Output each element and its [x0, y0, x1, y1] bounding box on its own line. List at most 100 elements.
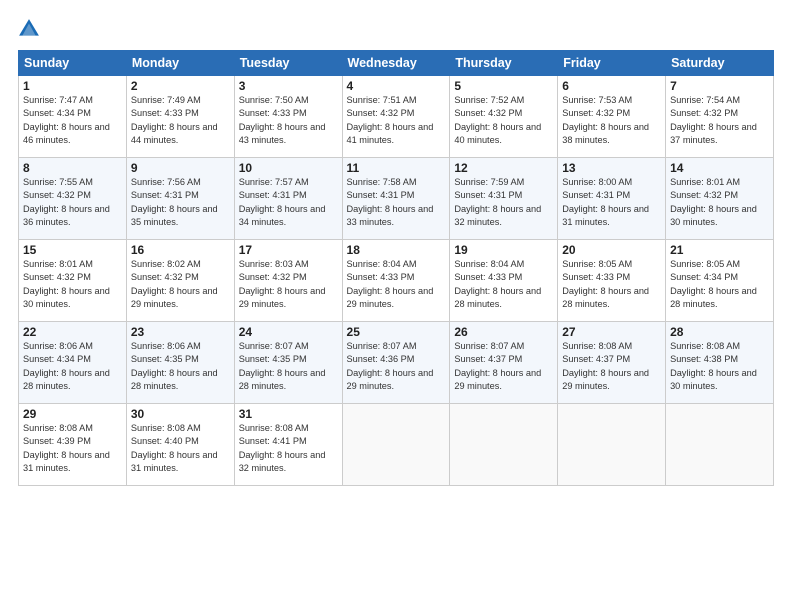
day-header-tuesday: Tuesday	[234, 51, 342, 76]
week-row-3: 15Sunrise: 8:01 AMSunset: 4:32 PMDayligh…	[19, 240, 774, 322]
day-header-friday: Friday	[558, 51, 666, 76]
calendar-cell: 9Sunrise: 7:56 AMSunset: 4:31 PMDaylight…	[126, 158, 234, 240]
day-detail: Sunrise: 8:05 AMSunset: 4:33 PMDaylight:…	[562, 258, 661, 311]
day-detail: Sunrise: 7:58 AMSunset: 4:31 PMDaylight:…	[347, 176, 446, 229]
day-detail: Sunrise: 8:04 AMSunset: 4:33 PMDaylight:…	[454, 258, 553, 311]
day-detail: Sunrise: 8:08 AMSunset: 4:41 PMDaylight:…	[239, 422, 338, 475]
day-detail: Sunrise: 8:08 AMSunset: 4:37 PMDaylight:…	[562, 340, 661, 393]
day-detail: Sunrise: 8:03 AMSunset: 4:32 PMDaylight:…	[239, 258, 338, 311]
day-detail: Sunrise: 8:04 AMSunset: 4:33 PMDaylight:…	[347, 258, 446, 311]
day-detail: Sunrise: 7:56 AMSunset: 4:31 PMDaylight:…	[131, 176, 230, 229]
day-number: 9	[131, 161, 230, 175]
calendar-cell: 6Sunrise: 7:53 AMSunset: 4:32 PMDaylight…	[558, 76, 666, 158]
calendar-cell: 14Sunrise: 8:01 AMSunset: 4:32 PMDayligh…	[666, 158, 774, 240]
day-detail: Sunrise: 7:59 AMSunset: 4:31 PMDaylight:…	[454, 176, 553, 229]
week-row-1: 1Sunrise: 7:47 AMSunset: 4:34 PMDaylight…	[19, 76, 774, 158]
calendar-cell: 28Sunrise: 8:08 AMSunset: 4:38 PMDayligh…	[666, 322, 774, 404]
calendar-cell: 16Sunrise: 8:02 AMSunset: 4:32 PMDayligh…	[126, 240, 234, 322]
day-detail: Sunrise: 7:57 AMSunset: 4:31 PMDaylight:…	[239, 176, 338, 229]
day-number: 2	[131, 79, 230, 93]
calendar-cell: 21Sunrise: 8:05 AMSunset: 4:34 PMDayligh…	[666, 240, 774, 322]
day-detail: Sunrise: 7:52 AMSunset: 4:32 PMDaylight:…	[454, 94, 553, 147]
day-detail: Sunrise: 8:08 AMSunset: 4:38 PMDaylight:…	[670, 340, 769, 393]
day-number: 18	[347, 243, 446, 257]
calendar-cell: 8Sunrise: 7:55 AMSunset: 4:32 PMDaylight…	[19, 158, 127, 240]
calendar-cell: 5Sunrise: 7:52 AMSunset: 4:32 PMDaylight…	[450, 76, 558, 158]
calendar-cell	[558, 404, 666, 486]
day-number: 21	[670, 243, 769, 257]
day-number: 15	[23, 243, 122, 257]
calendar-cell	[450, 404, 558, 486]
day-number: 8	[23, 161, 122, 175]
calendar-header-row: SundayMondayTuesdayWednesdayThursdayFrid…	[19, 51, 774, 76]
day-number: 14	[670, 161, 769, 175]
day-header-wednesday: Wednesday	[342, 51, 450, 76]
day-number: 22	[23, 325, 122, 339]
calendar-cell: 24Sunrise: 8:07 AMSunset: 4:35 PMDayligh…	[234, 322, 342, 404]
calendar-cell: 23Sunrise: 8:06 AMSunset: 4:35 PMDayligh…	[126, 322, 234, 404]
calendar-cell: 3Sunrise: 7:50 AMSunset: 4:33 PMDaylight…	[234, 76, 342, 158]
day-number: 28	[670, 325, 769, 339]
calendar-cell: 7Sunrise: 7:54 AMSunset: 4:32 PMDaylight…	[666, 76, 774, 158]
day-number: 19	[454, 243, 553, 257]
calendar-cell	[666, 404, 774, 486]
general-blue-icon	[18, 18, 40, 40]
day-detail: Sunrise: 8:02 AMSunset: 4:32 PMDaylight:…	[131, 258, 230, 311]
day-number: 10	[239, 161, 338, 175]
calendar-cell: 26Sunrise: 8:07 AMSunset: 4:37 PMDayligh…	[450, 322, 558, 404]
day-detail: Sunrise: 8:01 AMSunset: 4:32 PMDaylight:…	[670, 176, 769, 229]
calendar-cell: 22Sunrise: 8:06 AMSunset: 4:34 PMDayligh…	[19, 322, 127, 404]
day-detail: Sunrise: 8:01 AMSunset: 4:32 PMDaylight:…	[23, 258, 122, 311]
day-detail: Sunrise: 7:50 AMSunset: 4:33 PMDaylight:…	[239, 94, 338, 147]
calendar-cell: 31Sunrise: 8:08 AMSunset: 4:41 PMDayligh…	[234, 404, 342, 486]
day-number: 11	[347, 161, 446, 175]
day-number: 5	[454, 79, 553, 93]
calendar-cell: 20Sunrise: 8:05 AMSunset: 4:33 PMDayligh…	[558, 240, 666, 322]
day-number: 29	[23, 407, 122, 421]
day-detail: Sunrise: 8:08 AMSunset: 4:39 PMDaylight:…	[23, 422, 122, 475]
day-detail: Sunrise: 8:07 AMSunset: 4:35 PMDaylight:…	[239, 340, 338, 393]
day-detail: Sunrise: 7:53 AMSunset: 4:32 PMDaylight:…	[562, 94, 661, 147]
calendar-cell: 25Sunrise: 8:07 AMSunset: 4:36 PMDayligh…	[342, 322, 450, 404]
day-number: 26	[454, 325, 553, 339]
week-row-4: 22Sunrise: 8:06 AMSunset: 4:34 PMDayligh…	[19, 322, 774, 404]
logo	[18, 18, 44, 40]
day-detail: Sunrise: 8:07 AMSunset: 4:36 PMDaylight:…	[347, 340, 446, 393]
day-header-saturday: Saturday	[666, 51, 774, 76]
calendar-cell: 12Sunrise: 7:59 AMSunset: 4:31 PMDayligh…	[450, 158, 558, 240]
day-number: 3	[239, 79, 338, 93]
calendar-cell	[342, 404, 450, 486]
day-detail: Sunrise: 8:05 AMSunset: 4:34 PMDaylight:…	[670, 258, 769, 311]
page-header	[18, 18, 774, 40]
day-header-monday: Monday	[126, 51, 234, 76]
week-row-2: 8Sunrise: 7:55 AMSunset: 4:32 PMDaylight…	[19, 158, 774, 240]
calendar-cell: 30Sunrise: 8:08 AMSunset: 4:40 PMDayligh…	[126, 404, 234, 486]
day-header-thursday: Thursday	[450, 51, 558, 76]
day-number: 16	[131, 243, 230, 257]
day-header-sunday: Sunday	[19, 51, 127, 76]
day-detail: Sunrise: 7:54 AMSunset: 4:32 PMDaylight:…	[670, 94, 769, 147]
day-number: 20	[562, 243, 661, 257]
calendar-cell: 29Sunrise: 8:08 AMSunset: 4:39 PMDayligh…	[19, 404, 127, 486]
calendar-cell: 4Sunrise: 7:51 AMSunset: 4:32 PMDaylight…	[342, 76, 450, 158]
day-detail: Sunrise: 8:00 AMSunset: 4:31 PMDaylight:…	[562, 176, 661, 229]
calendar-cell: 27Sunrise: 8:08 AMSunset: 4:37 PMDayligh…	[558, 322, 666, 404]
day-detail: Sunrise: 7:51 AMSunset: 4:32 PMDaylight:…	[347, 94, 446, 147]
calendar-cell: 13Sunrise: 8:00 AMSunset: 4:31 PMDayligh…	[558, 158, 666, 240]
week-row-5: 29Sunrise: 8:08 AMSunset: 4:39 PMDayligh…	[19, 404, 774, 486]
day-number: 4	[347, 79, 446, 93]
calendar-cell: 2Sunrise: 7:49 AMSunset: 4:33 PMDaylight…	[126, 76, 234, 158]
calendar-table: SundayMondayTuesdayWednesdayThursdayFrid…	[18, 50, 774, 486]
day-detail: Sunrise: 7:49 AMSunset: 4:33 PMDaylight:…	[131, 94, 230, 147]
day-number: 1	[23, 79, 122, 93]
day-detail: Sunrise: 7:47 AMSunset: 4:34 PMDaylight:…	[23, 94, 122, 147]
day-number: 23	[131, 325, 230, 339]
day-number: 6	[562, 79, 661, 93]
day-number: 31	[239, 407, 338, 421]
calendar-cell: 15Sunrise: 8:01 AMSunset: 4:32 PMDayligh…	[19, 240, 127, 322]
day-number: 27	[562, 325, 661, 339]
calendar-cell: 11Sunrise: 7:58 AMSunset: 4:31 PMDayligh…	[342, 158, 450, 240]
day-number: 24	[239, 325, 338, 339]
calendar-cell: 1Sunrise: 7:47 AMSunset: 4:34 PMDaylight…	[19, 76, 127, 158]
day-detail: Sunrise: 8:06 AMSunset: 4:34 PMDaylight:…	[23, 340, 122, 393]
